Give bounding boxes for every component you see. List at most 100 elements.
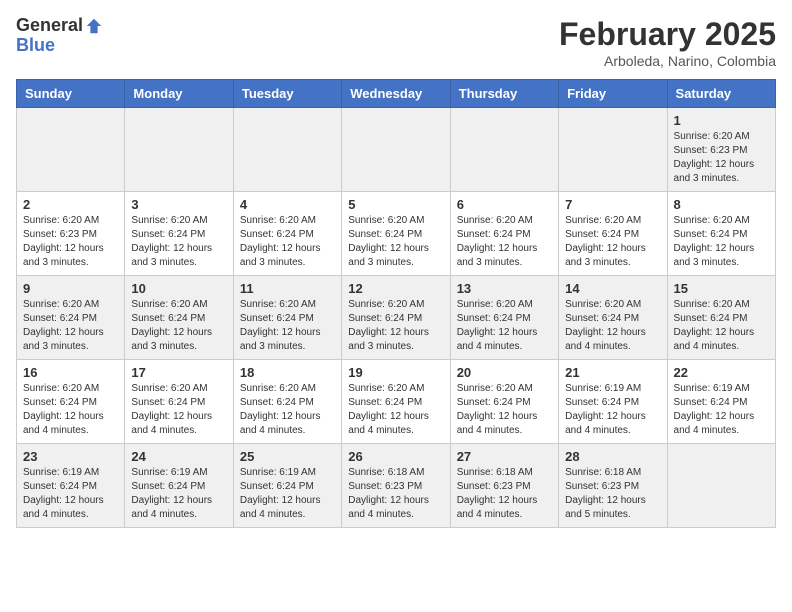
day-number: 13 (457, 281, 552, 296)
day-number: 11 (240, 281, 335, 296)
day-number: 25 (240, 449, 335, 464)
day-info: Sunrise: 6:20 AM Sunset: 6:24 PM Dayligh… (565, 298, 660, 354)
calendar-cell: 7 Sunrise: 6:20 AM Sunset: 6:24 PM Daylig… (559, 192, 667, 276)
calendar-header-row: SundayMondayTuesdayWednesdayThursdayFrid… (17, 80, 776, 108)
location-title: Arboleda, Narino, Colombia (559, 53, 776, 69)
day-number: 28 (565, 449, 660, 464)
day-number: 10 (131, 281, 226, 296)
calendar-cell: 4Sunrise: 6:20 AM Sunset: 6:24 PM Daylig… (233, 192, 341, 276)
calendar-cell: 24Sunrise: 6:19 AM Sunset: 6:24 PM Dayli… (125, 444, 233, 528)
calendar-cell: 20 Sunrise: 6:20 AM Sunset: 6:24 PM Dayli… (450, 360, 558, 444)
day-number: 2 (23, 197, 118, 212)
day-info: Sunrise: 6:20 AM Sunset: 6:24 PM Dayligh… (131, 214, 226, 270)
day-number: 18 (240, 365, 335, 380)
day-number: 6 (457, 197, 552, 212)
day-info: Sunrise: 6:20 AM Sunset: 6:24 PM Dayligh… (457, 298, 552, 354)
calendar-cell: 23 Sunrise: 6:19 AM Sunset: 6:24 PM Dayli… (17, 444, 125, 528)
day-number: 8 (674, 197, 769, 212)
day-number: 15 (674, 281, 769, 296)
day-info: Sunrise: 6:20 AM Sunset: 6:24 PM Dayligh… (565, 214, 660, 270)
day-info: Sunrise: 6:20 AM Sunset: 6:24 PM Dayligh… (348, 298, 443, 354)
day-info: Sunrise: 6:20 AM Sunset: 6:24 PM Dayligh… (348, 214, 443, 270)
calendar-cell (233, 108, 341, 192)
day-number: 1 (674, 113, 769, 128)
calendar-week-row: 1 Sunrise: 6:20 AM Sunset: 6:23 PM Daylig… (17, 108, 776, 192)
calendar-cell: 25 Sunrise: 6:19 AM Sunset: 6:24 PM Dayli… (233, 444, 341, 528)
day-number: 23 (23, 449, 118, 464)
calendar-cell (342, 108, 450, 192)
day-number: 7 (565, 197, 660, 212)
day-number: 17 (131, 365, 226, 380)
day-info: Sunrise: 6:20 AM Sunset: 6:24 PM Dayligh… (674, 214, 769, 270)
title-section: February 2025 Arboleda, Narino, Colombia (559, 16, 776, 69)
calendar-week-row: 16Sunrise: 6:20 AM Sunset: 6:24 PM Dayli… (17, 360, 776, 444)
day-info: Sunrise: 6:20 AM Sunset: 6:24 PM Dayligh… (240, 298, 335, 354)
calendar-cell (125, 108, 233, 192)
calendar-cell (450, 108, 558, 192)
calendar-cell: 6 Sunrise: 6:20 AM Sunset: 6:24 PM Daylig… (450, 192, 558, 276)
calendar-cell: 21 Sunrise: 6:19 AM Sunset: 6:24 PM Dayli… (559, 360, 667, 444)
logo-general-text: General (16, 16, 83, 36)
day-header-friday: Friday (559, 80, 667, 108)
calendar-cell: 2 Sunrise: 6:20 AM Sunset: 6:23 PM Daylig… (17, 192, 125, 276)
day-header-monday: Monday (125, 80, 233, 108)
day-info: Sunrise: 6:20 AM Sunset: 6:24 PM Dayligh… (240, 214, 335, 270)
day-info: Sunrise: 6:20 AM Sunset: 6:24 PM Dayligh… (348, 382, 443, 438)
month-title: February 2025 (559, 16, 776, 53)
logo-icon (85, 17, 103, 35)
calendar-week-row: 23 Sunrise: 6:19 AM Sunset: 6:24 PM Dayli… (17, 444, 776, 528)
day-info: Sunrise: 6:19 AM Sunset: 6:24 PM Dayligh… (674, 382, 769, 438)
day-number: 19 (348, 365, 443, 380)
day-info: Sunrise: 6:20 AM Sunset: 6:24 PM Dayligh… (674, 298, 769, 354)
calendar-week-row: 9Sunrise: 6:20 AM Sunset: 6:24 PM Daylig… (17, 276, 776, 360)
calendar-cell (667, 444, 775, 528)
day-info: Sunrise: 6:20 AM Sunset: 6:24 PM Dayligh… (457, 382, 552, 438)
calendar-cell: 15 Sunrise: 6:20 AM Sunset: 6:24 PM Dayli… (667, 276, 775, 360)
day-number: 26 (348, 449, 443, 464)
day-number: 3 (131, 197, 226, 212)
day-info: Sunrise: 6:20 AM Sunset: 6:23 PM Dayligh… (23, 214, 118, 270)
day-info: Sunrise: 6:20 AM Sunset: 6:24 PM Dayligh… (131, 298, 226, 354)
day-number: 21 (565, 365, 660, 380)
calendar-cell: 17 Sunrise: 6:20 AM Sunset: 6:24 PM Dayli… (125, 360, 233, 444)
day-info: Sunrise: 6:20 AM Sunset: 6:24 PM Dayligh… (23, 298, 118, 354)
day-info: Sunrise: 6:18 AM Sunset: 6:23 PM Dayligh… (457, 466, 552, 522)
calendar-cell (17, 108, 125, 192)
calendar-week-row: 2 Sunrise: 6:20 AM Sunset: 6:23 PM Daylig… (17, 192, 776, 276)
day-info: Sunrise: 6:20 AM Sunset: 6:23 PM Dayligh… (674, 130, 769, 186)
day-info: Sunrise: 6:18 AM Sunset: 6:23 PM Dayligh… (348, 466, 443, 522)
day-number: 24 (131, 449, 226, 464)
calendar-cell: 5 Sunrise: 6:20 AM Sunset: 6:24 PM Daylig… (342, 192, 450, 276)
day-info: Sunrise: 6:20 AM Sunset: 6:24 PM Dayligh… (131, 382, 226, 438)
calendar-cell: 8 Sunrise: 6:20 AM Sunset: 6:24 PM Daylig… (667, 192, 775, 276)
calendar-cell: 19 Sunrise: 6:20 AM Sunset: 6:24 PM Dayli… (342, 360, 450, 444)
calendar-cell: 1 Sunrise: 6:20 AM Sunset: 6:23 PM Daylig… (667, 108, 775, 192)
calendar-cell: 22 Sunrise: 6:19 AM Sunset: 6:24 PM Dayli… (667, 360, 775, 444)
day-info: Sunrise: 6:20 AM Sunset: 6:24 PM Dayligh… (23, 382, 118, 438)
calendar-cell: 18Sunrise: 6:20 AM Sunset: 6:24 PM Dayli… (233, 360, 341, 444)
day-number: 12 (348, 281, 443, 296)
day-number: 14 (565, 281, 660, 296)
day-info: Sunrise: 6:19 AM Sunset: 6:24 PM Dayligh… (240, 466, 335, 522)
page-header: General Blue February 2025 Arboleda, Nar… (16, 16, 776, 69)
day-info: Sunrise: 6:18 AM Sunset: 6:23 PM Dayligh… (565, 466, 660, 522)
day-number: 5 (348, 197, 443, 212)
day-number: 20 (457, 365, 552, 380)
day-info: Sunrise: 6:19 AM Sunset: 6:24 PM Dayligh… (23, 466, 118, 522)
day-number: 27 (457, 449, 552, 464)
day-header-saturday: Saturday (667, 80, 775, 108)
day-header-sunday: Sunday (17, 80, 125, 108)
day-info: Sunrise: 6:20 AM Sunset: 6:24 PM Dayligh… (457, 214, 552, 270)
calendar-cell: 16Sunrise: 6:20 AM Sunset: 6:24 PM Dayli… (17, 360, 125, 444)
calendar-cell: 3 Sunrise: 6:20 AM Sunset: 6:24 PM Daylig… (125, 192, 233, 276)
logo-blue-text: Blue (16, 35, 55, 55)
calendar-cell: 28 Sunrise: 6:18 AM Sunset: 6:23 PM Dayli… (559, 444, 667, 528)
calendar-cell: 27 Sunrise: 6:18 AM Sunset: 6:23 PM Dayli… (450, 444, 558, 528)
day-info: Sunrise: 6:19 AM Sunset: 6:24 PM Dayligh… (565, 382, 660, 438)
calendar-cell: 13 Sunrise: 6:20 AM Sunset: 6:24 PM Dayli… (450, 276, 558, 360)
calendar-cell: 11 Sunrise: 6:20 AM Sunset: 6:24 PM Dayli… (233, 276, 341, 360)
calendar-cell (559, 108, 667, 192)
calendar-cell: 9Sunrise: 6:20 AM Sunset: 6:24 PM Daylig… (17, 276, 125, 360)
day-header-wednesday: Wednesday (342, 80, 450, 108)
day-number: 22 (674, 365, 769, 380)
